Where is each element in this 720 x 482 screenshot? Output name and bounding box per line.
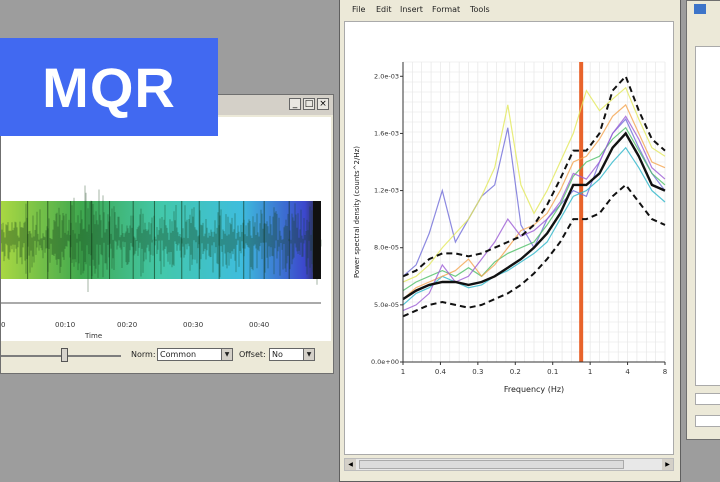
x-tick-label: 8 bbox=[663, 368, 667, 376]
x-tick-label: 4 bbox=[625, 368, 630, 376]
y-tick-label: 0.0e+00 bbox=[371, 358, 399, 366]
y-tick-label: 1.2e-03 bbox=[374, 187, 399, 195]
side-window-field[interactable] bbox=[695, 415, 720, 427]
badge-text: MQR bbox=[42, 55, 176, 119]
waveform-controls: Norm: Common ▼ Offset: No ▼ bbox=[1, 343, 333, 373]
x-tick-label: 0.2 bbox=[510, 368, 521, 376]
side-window bbox=[686, 0, 720, 440]
psd-plot-area: 0.0e+00 5.0e-05 8.0e-05 1.2e-03 1.6e-03 2.0e-… bbox=[344, 21, 674, 455]
brand-badge: MQR bbox=[0, 38, 218, 136]
time-tick: 0 bbox=[1, 321, 5, 329]
y-tick-label: 5.0e-05 bbox=[374, 301, 399, 309]
side-window-field[interactable] bbox=[695, 393, 720, 405]
x-tick-label: 0.4 bbox=[435, 368, 447, 376]
x-tick-label: 1 bbox=[401, 368, 405, 376]
menu-format[interactable]: Format bbox=[432, 5, 460, 14]
menu-bar: File Edit Insert Format Tools bbox=[340, 0, 680, 17]
y-tick-label: 8.0e-05 bbox=[374, 244, 399, 252]
time-tick: 00:30 bbox=[183, 321, 203, 329]
time-tick: 00:20 bbox=[117, 321, 137, 329]
psd-chart[interactable]: 0.0e+00 5.0e-05 8.0e-05 1.2e-03 1.6e-03 2.0e-… bbox=[345, 22, 673, 454]
side-window-panel bbox=[695, 46, 720, 386]
close-button[interactable]: × bbox=[317, 98, 329, 110]
time-tick: 00:40 bbox=[249, 321, 269, 329]
offset-select-value: No bbox=[272, 350, 283, 359]
time-tick: 00:10 bbox=[55, 321, 75, 329]
minimize-button[interactable]: _ bbox=[289, 98, 301, 110]
y-tick-label: 2.0e-03 bbox=[374, 72, 399, 80]
chevron-down-icon[interactable]: ▼ bbox=[303, 349, 314, 360]
maximize-button[interactable]: □ bbox=[303, 98, 315, 110]
menu-file[interactable]: File bbox=[352, 5, 365, 14]
psd-window: File Edit Insert Format Tools 0.0e+00 5.0… bbox=[339, 0, 681, 482]
scroll-thumb[interactable] bbox=[359, 460, 624, 469]
menu-edit[interactable]: Edit bbox=[376, 5, 392, 14]
zoom-slider-thumb[interactable] bbox=[61, 348, 68, 362]
norm-select-value: Common bbox=[160, 350, 197, 359]
x-axis-label: Frequency (Hz) bbox=[504, 385, 564, 394]
horizontal-scrollbar[interactable]: ◀ ▶ bbox=[344, 458, 674, 471]
scroll-right-icon[interactable]: ▶ bbox=[662, 459, 673, 470]
window-app-icon bbox=[694, 4, 706, 14]
waveform-trace bbox=[0, 185, 322, 292]
offset-select[interactable]: No ▼ bbox=[269, 348, 315, 361]
x-tick-label: 0.3 bbox=[472, 368, 483, 376]
offset-label: Offset: bbox=[239, 350, 266, 359]
waveform-plot[interactable]: 0 00:10 00:20 00:30 00:40 Time bbox=[0, 117, 331, 341]
x-tick-label: 1 bbox=[588, 368, 592, 376]
norm-select[interactable]: Common ▼ bbox=[157, 348, 233, 361]
y-tick-label: 1.6e-03 bbox=[374, 129, 399, 137]
time-axis-ticks: 0 00:10 00:20 00:30 00:40 Time bbox=[1, 321, 269, 340]
scroll-left-icon[interactable]: ◀ bbox=[345, 459, 356, 470]
y-axis-label: Power spectral density (counts^2/Hz) bbox=[353, 146, 361, 278]
chevron-down-icon[interactable]: ▼ bbox=[221, 349, 232, 360]
x-tick-label: 0.1 bbox=[547, 368, 558, 376]
time-axis-label: Time bbox=[84, 332, 102, 340]
norm-label: Norm: bbox=[131, 350, 156, 359]
menu-insert[interactable]: Insert bbox=[400, 5, 423, 14]
waveform-window: _ □ × 0 00:10 00:20 00:30 00:40 Time Nor… bbox=[0, 94, 334, 374]
menu-tools[interactable]: Tools bbox=[470, 5, 490, 14]
